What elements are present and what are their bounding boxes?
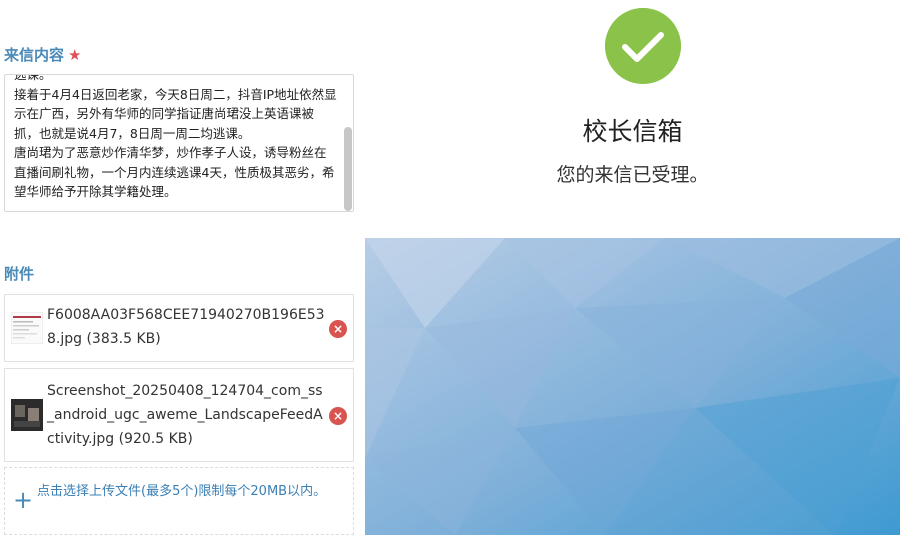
lowpoly-background [365,238,900,535]
textarea-scrollbar[interactable] [344,127,352,211]
document-thumbnail-icon [11,312,43,344]
check-circle-icon [605,8,681,84]
letter-form: 来信内容 ★ 逃课。 接着于4月4日返回老家，今天8日周二，抖音IP地址依然显示在… [0,0,362,535]
photo-thumbnail-icon [11,399,43,431]
content-label: 来信内容 ★ [4,46,82,64]
attachments-label: 附件 [4,265,35,283]
remove-attachment-icon[interactable]: × [329,407,347,425]
letter-textarea[interactable]: 逃课。 接着于4月4日返回老家，今天8日周二，抖音IP地址依然显示在广西，另外有… [4,74,354,212]
status-message: 您的来信已受理。 [556,164,709,186]
required-star: ★ [68,46,82,64]
remove-attachment-icon[interactable]: × [329,320,347,338]
attachment-filename: F6008AA03F568CEE71940270B196E538.jpg (38… [47,307,325,347]
attachment-item: Screenshot_20250408_124704_com_ss_androi… [4,368,354,462]
attachment-filename: Screenshot_20250408_124704_com_ss_androi… [47,383,323,447]
attachment-item: F6008AA03F568CEE71940270B196E538.jpg (38… [4,294,354,362]
plus-icon: + [13,486,34,514]
upload-button[interactable]: + 点击选择上传文件(最多5个)限制每个20MB以内。 [4,467,354,535]
page-title: 校长信箱 [582,117,683,146]
letter-text: 逃课。 接着于4月4日返回老家，今天8日周二，抖音IP地址依然显示在广西，另外有… [14,74,337,199]
upload-instructions: 点击选择上传文件(最多5个)限制每个20MB以内。 [37,484,327,499]
result-panel: 校长信箱 您的来信已受理。 [365,0,900,535]
